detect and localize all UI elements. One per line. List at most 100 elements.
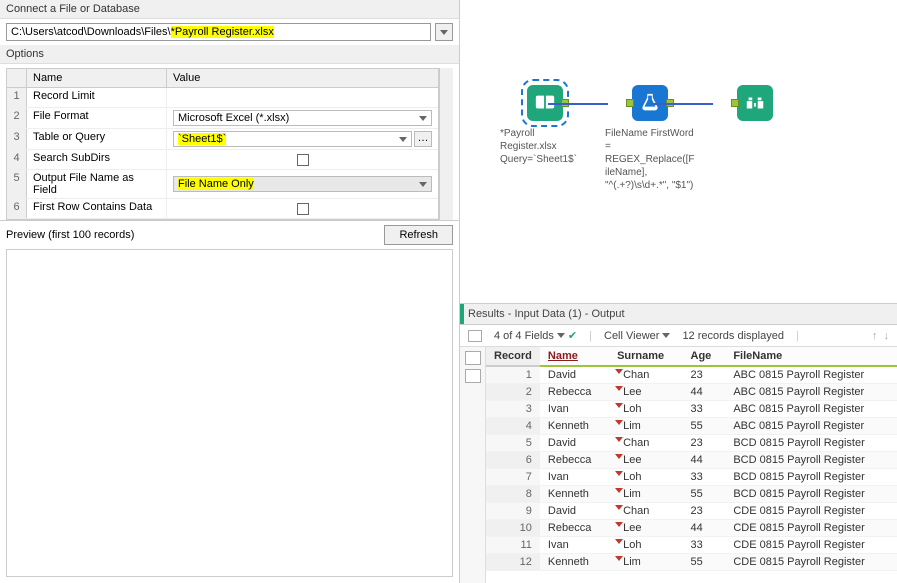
toolbar-icon[interactable] bbox=[468, 330, 482, 342]
option-row: 3Table or Query`Sheet1$`… bbox=[7, 129, 438, 150]
name-cell: David bbox=[540, 435, 609, 452]
option-value[interactable] bbox=[167, 199, 438, 218]
options-scrollbar[interactable] bbox=[439, 68, 453, 220]
name-cell: Kenneth bbox=[540, 554, 609, 571]
option-name: Table or Query bbox=[27, 129, 167, 149]
binoculars-icon bbox=[744, 92, 766, 114]
surname-cell: Loh bbox=[609, 401, 682, 418]
filename-cell: CDE 0815 Payroll Register bbox=[725, 554, 897, 571]
workflow-canvas[interactable]: *Payroll Register.xlsx Query=`Sheet1$` F… bbox=[460, 0, 897, 303]
option-value[interactable]: `Sheet1$`… bbox=[167, 129, 438, 149]
checkbox[interactable] bbox=[297, 203, 309, 215]
age-cell: 44 bbox=[683, 452, 726, 469]
age-cell: 23 bbox=[683, 503, 726, 520]
filename-cell: CDE 0815 Payroll Register bbox=[725, 503, 897, 520]
chevron-down-icon bbox=[440, 30, 448, 35]
nav-up-icon[interactable]: ↑ bbox=[872, 330, 878, 342]
chevron-down-icon bbox=[419, 116, 427, 121]
warning-triangle-icon bbox=[615, 556, 623, 561]
name-cell: Ivan bbox=[540, 537, 609, 554]
path-prefix: C:\Users\atcod\Downloads\Files\ bbox=[11, 26, 171, 38]
option-row: 1Record Limit bbox=[7, 88, 438, 108]
chevron-down-icon bbox=[662, 333, 670, 338]
chevron-down-icon bbox=[557, 333, 565, 338]
surname-cell: Chan bbox=[609, 366, 682, 384]
age-cell: 55 bbox=[683, 554, 726, 571]
table-row[interactable]: 6RebeccaLee44BCD 0815 Payroll Register bbox=[486, 452, 897, 469]
option-row: 4Search SubDirs bbox=[7, 150, 438, 170]
connector-2[interactable] bbox=[653, 103, 713, 105]
column-header[interactable]: Record bbox=[486, 347, 540, 366]
record-cell: 4 bbox=[486, 418, 540, 435]
options-header: Name Value bbox=[7, 69, 438, 88]
record-cell: 11 bbox=[486, 537, 540, 554]
record-cell: 9 bbox=[486, 503, 540, 520]
chevron-down-icon bbox=[419, 182, 427, 187]
input-data-tool[interactable]: *Payroll Register.xlsx Query=`Sheet1$` bbox=[500, 85, 590, 166]
warning-triangle-icon bbox=[615, 471, 623, 476]
warning-triangle-icon bbox=[615, 386, 623, 391]
results-toolbar: 4 of 4 Fields ✔ | Cell Viewer 12 records… bbox=[460, 325, 897, 347]
formula-tool[interactable]: FileName FirstWord = REGEX_Replace([File… bbox=[605, 85, 695, 192]
view-mode-list-icon[interactable] bbox=[465, 351, 481, 365]
column-header[interactable]: Surname bbox=[609, 347, 682, 366]
nav-down-icon[interactable]: ↓ bbox=[884, 330, 890, 342]
age-cell: 55 bbox=[683, 418, 726, 435]
warning-triangle-icon bbox=[615, 420, 623, 425]
results-title: Results - Input Data (1) - Output bbox=[460, 304, 897, 325]
warning-triangle-icon bbox=[615, 403, 623, 408]
warning-triangle-icon bbox=[615, 539, 623, 544]
column-header[interactable]: Name bbox=[540, 347, 609, 366]
table-row[interactable]: 12KennethLim55CDE 0815 Payroll Register bbox=[486, 554, 897, 571]
checkbox[interactable] bbox=[297, 154, 309, 166]
browse-tool[interactable] bbox=[710, 85, 800, 121]
name-cell: Rebecca bbox=[540, 384, 609, 401]
name-cell: Rebecca bbox=[540, 520, 609, 537]
name-cell: Kenneth bbox=[540, 486, 609, 503]
row-number: 1 bbox=[7, 88, 27, 107]
records-count: 12 records displayed bbox=[682, 330, 784, 342]
fields-selector[interactable]: 4 of 4 Fields ✔ bbox=[494, 329, 577, 342]
warning-triangle-icon bbox=[615, 488, 623, 493]
filename-cell: ABC 0815 Payroll Register bbox=[725, 418, 897, 435]
cell-viewer-selector[interactable]: Cell Viewer bbox=[604, 330, 670, 342]
option-name: Record Limit bbox=[27, 88, 167, 107]
header-value: Value bbox=[167, 69, 438, 87]
name-cell: David bbox=[540, 503, 609, 520]
tool-label: FileName FirstWord = REGEX_Replace([File… bbox=[605, 127, 695, 192]
table-row[interactable]: 4KennethLim55ABC 0815 Payroll Register bbox=[486, 418, 897, 435]
row-number: 3 bbox=[7, 129, 27, 149]
filename-cell: BCD 0815 Payroll Register bbox=[725, 435, 897, 452]
table-row[interactable]: 11IvanLoh33CDE 0815 Payroll Register bbox=[486, 537, 897, 554]
surname-cell: Chan bbox=[609, 503, 682, 520]
row-number: 2 bbox=[7, 108, 27, 128]
table-row[interactable]: 8KennethLim55BCD 0815 Payroll Register bbox=[486, 486, 897, 503]
option-value[interactable] bbox=[167, 150, 438, 169]
file-path-input[interactable]: C:\Users\atcod\Downloads\Files\*Payroll … bbox=[6, 23, 431, 41]
filename-cell: ABC 0815 Payroll Register bbox=[725, 366, 897, 384]
option-value[interactable] bbox=[167, 88, 438, 107]
ellipsis-button[interactable]: … bbox=[414, 131, 432, 147]
surname-cell: Lee bbox=[609, 452, 682, 469]
option-value[interactable]: Microsoft Excel (*.xlsx) bbox=[167, 108, 438, 128]
table-row[interactable]: 1DavidChan23ABC 0815 Payroll Register bbox=[486, 366, 897, 384]
connector-1[interactable] bbox=[548, 103, 608, 105]
column-header[interactable]: FileName bbox=[725, 347, 897, 366]
view-mode-grid-icon[interactable] bbox=[465, 369, 481, 383]
row-number: 6 bbox=[7, 199, 27, 218]
table-row[interactable]: 3IvanLoh33ABC 0815 Payroll Register bbox=[486, 401, 897, 418]
input-anchor[interactable] bbox=[731, 99, 739, 107]
table-row[interactable]: 5DavidChan23BCD 0815 Payroll Register bbox=[486, 435, 897, 452]
column-header[interactable]: Age bbox=[683, 347, 726, 366]
option-name: Output File Name as Field bbox=[27, 170, 167, 198]
filename-cell: BCD 0815 Payroll Register bbox=[725, 486, 897, 503]
table-row[interactable]: 7IvanLoh33BCD 0815 Payroll Register bbox=[486, 469, 897, 486]
table-row[interactable]: 9DavidChan23CDE 0815 Payroll Register bbox=[486, 503, 897, 520]
table-row[interactable]: 2RebeccaLee44ABC 0815 Payroll Register bbox=[486, 384, 897, 401]
filename-cell: CDE 0815 Payroll Register bbox=[725, 537, 897, 554]
refresh-button[interactable]: Refresh bbox=[384, 225, 453, 245]
option-value[interactable]: File Name Only bbox=[167, 170, 438, 198]
table-row[interactable]: 10RebeccaLee44CDE 0815 Payroll Register bbox=[486, 520, 897, 537]
path-dropdown-button[interactable] bbox=[435, 23, 453, 41]
input-anchor[interactable] bbox=[626, 99, 634, 107]
